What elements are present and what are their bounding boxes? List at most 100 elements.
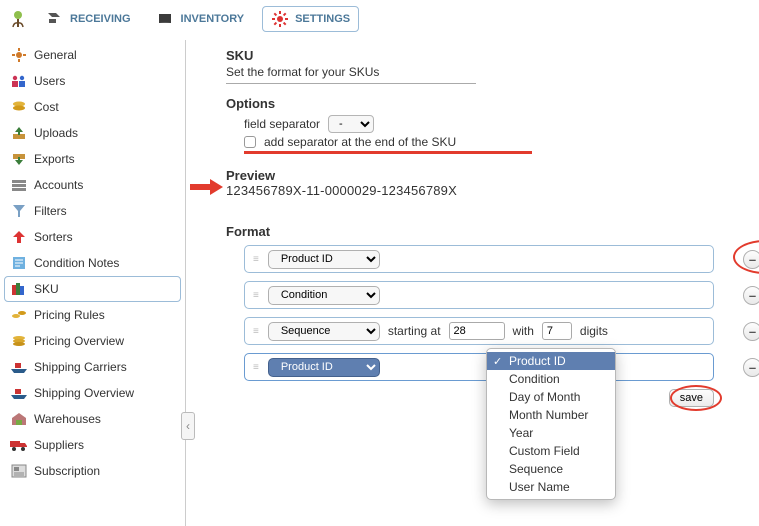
page-description: Set the format for your SKUs	[226, 65, 741, 79]
funnel-icon	[10, 203, 28, 219]
sidebar-item-uploads[interactable]: Uploads	[0, 120, 185, 146]
users-icon	[10, 73, 28, 89]
remove-row-button[interactable]: –	[743, 250, 759, 269]
sorter-icon	[10, 229, 28, 245]
dropdown-option[interactable]: Month Number	[487, 406, 615, 424]
dropdown-option[interactable]: Condition	[487, 370, 615, 388]
preview-title: Preview	[226, 168, 741, 183]
sidebar-item-subscription[interactable]: Subscription	[0, 458, 185, 484]
sidebar-item-label: Subscription	[34, 464, 100, 478]
sidebar-item-label: Suppliers	[34, 438, 84, 452]
format-field-select[interactable]: Sequence	[268, 322, 380, 341]
sidebar-item-warehouses[interactable]: Warehouses	[0, 406, 185, 432]
dropdown-option[interactable]: Sequence	[487, 460, 615, 478]
format-row: ≡ Product ID – +	[244, 353, 714, 381]
drag-handle-icon[interactable]: ≡	[253, 326, 260, 337]
sidebar-item-sorters[interactable]: Sorters	[0, 224, 185, 250]
dropdown-option[interactable]: Day of Month	[487, 388, 615, 406]
sidebar-item-label: Filters	[34, 204, 67, 218]
remove-row-button[interactable]: –	[743, 322, 759, 341]
sidebar-item-accounts[interactable]: Accounts	[0, 172, 185, 198]
ship-icon	[10, 385, 28, 401]
sidebar-item-label: Sorters	[34, 230, 73, 244]
dropdown-option[interactable]: Year	[487, 424, 615, 442]
save-button[interactable]: save	[669, 389, 714, 407]
starting-at-input[interactable]	[449, 322, 505, 340]
sidebar: General Users Cost Uploads Exports Accou…	[0, 40, 186, 526]
sidebar-item-general[interactable]: General	[0, 42, 185, 68]
preview-section: Preview 123456789X-11-0000029-123456789X	[226, 168, 741, 198]
options-section: Options field separator - add separator …	[226, 96, 741, 154]
sidebar-item-label: Users	[34, 74, 65, 88]
sidebar-item-users[interactable]: Users	[0, 68, 185, 94]
divider	[226, 83, 476, 84]
sidebar-item-label: Shipping Carriers	[34, 360, 127, 374]
drag-handle-icon[interactable]: ≡	[253, 290, 260, 301]
sidebar-item-label: Condition Notes	[34, 256, 119, 270]
logo-icon	[8, 9, 28, 29]
remove-row-button[interactable]: –	[743, 358, 759, 377]
sidebar-item-shipping-carriers[interactable]: Shipping Carriers	[0, 354, 185, 380]
digits-label: digits	[580, 324, 608, 338]
save-row: save	[244, 389, 714, 407]
format-field-dropdown[interactable]: ✓Product ID Condition Day of Month Month…	[486, 348, 616, 500]
sidebar-item-filters[interactable]: Filters	[0, 198, 185, 224]
top-nav: RECEIVING INVENTORY SETTINGS	[0, 0, 759, 40]
format-field-select[interactable]: Product ID	[268, 250, 380, 269]
dropdown-option[interactable]: User Name	[487, 478, 615, 496]
sidebar-item-label: Pricing Rules	[34, 308, 105, 322]
gear-icon	[271, 10, 289, 28]
sidebar-item-label: General	[34, 48, 77, 62]
format-field-select[interactable]: Product ID	[268, 358, 380, 377]
coins-icon	[10, 99, 28, 115]
add-separator-checkbox[interactable]	[244, 136, 256, 148]
servers-icon	[10, 177, 28, 193]
sidebar-item-condition-notes[interactable]: Condition Notes	[0, 250, 185, 276]
dropdown-option[interactable]: ✓Product ID	[487, 352, 615, 370]
truck-icon	[10, 437, 28, 453]
sidebar-item-label: Exports	[34, 152, 75, 166]
tab-label: INVENTORY	[181, 13, 245, 25]
sidebar-item-suppliers[interactable]: Suppliers	[0, 432, 185, 458]
format-row: ≡ Condition – +	[244, 281, 714, 309]
preview-value: 123456789X-11-0000029-123456789X	[226, 183, 741, 198]
dropdown-option[interactable]: Custom Field	[487, 442, 615, 460]
sidebar-item-cost[interactable]: Cost	[0, 94, 185, 120]
ship-icon	[10, 359, 28, 375]
tab-label: SETTINGS	[295, 13, 350, 25]
export-icon	[10, 151, 28, 167]
drag-handle-icon[interactable]: ≡	[253, 362, 260, 373]
sidebar-item-shipping-overview[interactable]: Shipping Overview	[0, 380, 185, 406]
field-separator-select[interactable]: -	[328, 115, 374, 133]
sidebar-item-label: Uploads	[34, 126, 78, 140]
drag-handle-icon[interactable]: ≡	[253, 254, 260, 265]
remove-row-button[interactable]: –	[743, 286, 759, 305]
sidebar-item-label: Pricing Overview	[34, 334, 124, 348]
barcode-scanner-icon	[46, 10, 64, 28]
sidebar-item-exports[interactable]: Exports	[0, 146, 185, 172]
tab-inventory[interactable]: INVENTORY	[149, 7, 253, 31]
gear-icon	[10, 47, 28, 63]
tab-label: RECEIVING	[70, 13, 131, 25]
sidebar-item-pricing-overview[interactable]: Pricing Overview	[0, 328, 185, 354]
format-field-select[interactable]: Condition	[268, 286, 380, 305]
annotation-underline	[244, 151, 532, 154]
page-title: SKU	[226, 48, 741, 63]
content: SKU Set the format for your SKUs Options…	[186, 40, 759, 526]
add-separator-label: add separator at the end of the SKU	[264, 135, 456, 149]
coins-icon	[10, 307, 28, 323]
upload-icon	[10, 125, 28, 141]
tab-settings[interactable]: SETTINGS	[262, 6, 359, 32]
books-icon	[10, 281, 28, 297]
annotation-arrow-icon	[190, 178, 224, 199]
digits-input[interactable]	[542, 322, 572, 340]
sidebar-item-sku[interactable]: SKU	[4, 276, 181, 302]
sidebar-item-label: Accounts	[34, 178, 83, 192]
tab-receiving[interactable]: RECEIVING	[38, 7, 139, 31]
main: General Users Cost Uploads Exports Accou…	[0, 40, 759, 526]
format-row: ≡ Product ID – +	[244, 245, 714, 273]
coins-stack-icon	[10, 333, 28, 349]
warehouse-icon	[10, 411, 28, 427]
sidebar-item-pricing-rules[interactable]: Pricing Rules	[0, 302, 185, 328]
starting-at-label: starting at	[388, 324, 441, 338]
